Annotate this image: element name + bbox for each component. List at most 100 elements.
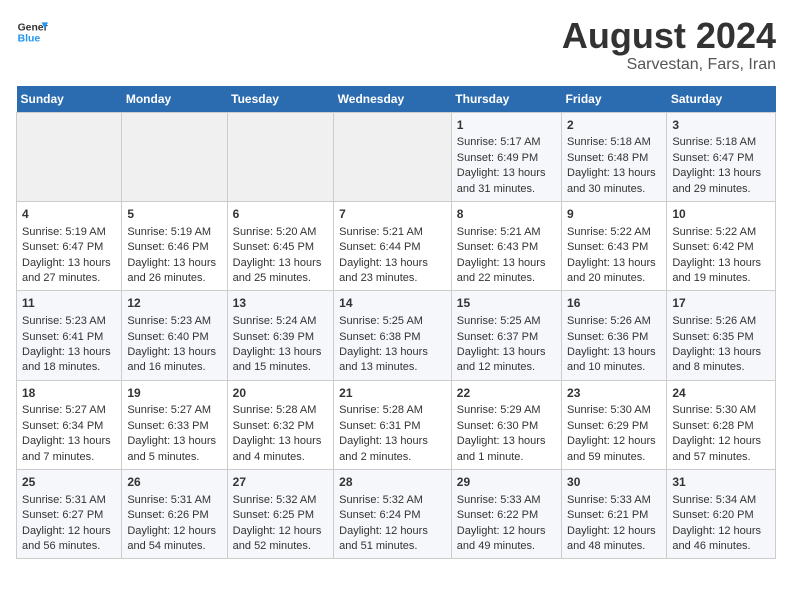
table-row: 31Sunrise: 5:34 AMSunset: 6:20 PMDayligh…	[667, 470, 776, 559]
table-row: 7Sunrise: 5:21 AMSunset: 6:44 PMDaylight…	[334, 201, 452, 290]
day-info: Daylight: 13 hours and 18 minutes.	[22, 345, 116, 376]
day-info: Sunset: 6:31 PM	[339, 419, 446, 434]
day-info: Daylight: 13 hours and 10 minutes.	[567, 345, 661, 376]
day-info: Sunset: 6:48 PM	[567, 151, 661, 166]
day-info: Sunrise: 5:20 AM	[233, 225, 329, 240]
day-info: Sunset: 6:21 PM	[567, 508, 661, 523]
table-row: 2Sunrise: 5:18 AMSunset: 6:48 PMDaylight…	[562, 112, 667, 201]
table-row: 17Sunrise: 5:26 AMSunset: 6:35 PMDayligh…	[667, 291, 776, 380]
day-info: Sunrise: 5:33 AM	[567, 493, 661, 508]
day-info: Daylight: 12 hours and 57 minutes.	[672, 434, 770, 465]
day-info: Sunrise: 5:23 AM	[22, 314, 116, 329]
table-row: 1Sunrise: 5:17 AMSunset: 6:49 PMDaylight…	[451, 112, 561, 201]
table-row: 22Sunrise: 5:29 AMSunset: 6:30 PMDayligh…	[451, 380, 561, 469]
table-row: 20Sunrise: 5:28 AMSunset: 6:32 PMDayligh…	[227, 380, 334, 469]
table-row	[227, 112, 334, 201]
day-number: 13	[233, 295, 329, 312]
day-number: 21	[339, 385, 446, 402]
table-row	[17, 112, 122, 201]
day-info: Sunrise: 5:22 AM	[672, 225, 770, 240]
table-row: 3Sunrise: 5:18 AMSunset: 6:47 PMDaylight…	[667, 112, 776, 201]
day-info: Sunset: 6:34 PM	[22, 419, 116, 434]
day-number: 7	[339, 206, 446, 223]
day-info: Sunset: 6:27 PM	[22, 508, 116, 523]
day-number: 3	[672, 117, 770, 134]
day-info: Sunset: 6:47 PM	[672, 151, 770, 166]
day-info: Sunset: 6:47 PM	[22, 240, 116, 255]
table-row: 18Sunrise: 5:27 AMSunset: 6:34 PMDayligh…	[17, 380, 122, 469]
day-info: Sunset: 6:30 PM	[457, 419, 556, 434]
day-info: Sunrise: 5:27 AM	[22, 403, 116, 418]
table-row: 27Sunrise: 5:32 AMSunset: 6:25 PMDayligh…	[227, 470, 334, 559]
table-row: 15Sunrise: 5:25 AMSunset: 6:37 PMDayligh…	[451, 291, 561, 380]
table-row: 13Sunrise: 5:24 AMSunset: 6:39 PMDayligh…	[227, 291, 334, 380]
logo-icon: General Blue	[16, 16, 48, 48]
day-number: 17	[672, 295, 770, 312]
day-info: Daylight: 13 hours and 29 minutes.	[672, 166, 770, 197]
main-title: August 2024	[562, 16, 776, 56]
day-number: 31	[672, 474, 770, 491]
day-info: Sunrise: 5:26 AM	[672, 314, 770, 329]
day-info: Sunset: 6:36 PM	[567, 330, 661, 345]
day-info: Sunrise: 5:31 AM	[127, 493, 221, 508]
svg-text:Blue: Blue	[18, 34, 41, 45]
day-info: Daylight: 13 hours and 13 minutes.	[339, 345, 446, 376]
day-info: Sunset: 6:20 PM	[672, 508, 770, 523]
day-info: Sunrise: 5:18 AM	[672, 135, 770, 150]
day-info: Sunrise: 5:29 AM	[457, 403, 556, 418]
day-info: Sunset: 6:28 PM	[672, 419, 770, 434]
day-number: 6	[233, 206, 329, 223]
day-info: Sunset: 6:35 PM	[672, 330, 770, 345]
col-tuesday: Tuesday	[227, 86, 334, 113]
day-info: Sunset: 6:26 PM	[127, 508, 221, 523]
day-info: Daylight: 13 hours and 2 minutes.	[339, 434, 446, 465]
day-info: Daylight: 13 hours and 15 minutes.	[233, 345, 329, 376]
day-info: Sunrise: 5:32 AM	[233, 493, 329, 508]
day-info: Daylight: 13 hours and 5 minutes.	[127, 434, 221, 465]
day-info: Sunrise: 5:30 AM	[567, 403, 661, 418]
col-sunday: Sunday	[17, 86, 122, 113]
day-number: 29	[457, 474, 556, 491]
day-info: Sunrise: 5:27 AM	[127, 403, 221, 418]
day-info: Sunset: 6:25 PM	[233, 508, 329, 523]
day-info: Daylight: 13 hours and 7 minutes.	[22, 434, 116, 465]
day-info: Daylight: 13 hours and 31 minutes.	[457, 166, 556, 197]
day-info: Sunset: 6:40 PM	[127, 330, 221, 345]
table-row: 19Sunrise: 5:27 AMSunset: 6:33 PMDayligh…	[122, 380, 227, 469]
subtitle: Sarvestan, Fars, Iran	[562, 56, 776, 74]
day-info: Sunrise: 5:21 AM	[457, 225, 556, 240]
col-monday: Monday	[122, 86, 227, 113]
day-info: Sunset: 6:45 PM	[233, 240, 329, 255]
table-row: 26 Sunrise: 5:31 AMSunset: 6:26 PMDayligh…	[122, 470, 227, 559]
day-number: 26	[127, 474, 221, 491]
day-info: Sunrise: 5:25 AM	[457, 314, 556, 329]
day-number: 18	[22, 385, 116, 402]
day-info: Sunset: 6:43 PM	[567, 240, 661, 255]
table-row: 11Sunrise: 5:23 AMSunset: 6:41 PMDayligh…	[17, 291, 122, 380]
day-info: Sunset: 6:29 PM	[567, 419, 661, 434]
day-info: Daylight: 12 hours and 59 minutes.	[567, 434, 661, 465]
table-row: 25Sunrise: 5:31 AMSunset: 6:27 PMDayligh…	[17, 470, 122, 559]
day-number: 12	[127, 295, 221, 312]
day-info: Sunset: 6:41 PM	[22, 330, 116, 345]
day-info: Daylight: 13 hours and 16 minutes.	[127, 345, 221, 376]
day-info: Daylight: 12 hours and 49 minutes.	[457, 524, 556, 555]
day-info: Daylight: 12 hours and 54 minutes.	[127, 524, 221, 555]
day-number: 15	[457, 295, 556, 312]
day-info: Sunset: 6:24 PM	[339, 508, 446, 523]
day-info: Sunrise: 5:24 AM	[233, 314, 329, 329]
day-number: 2	[567, 117, 661, 134]
table-row: 16Sunrise: 5:26 AMSunset: 6:36 PMDayligh…	[562, 291, 667, 380]
day-info: Sunrise: 5:30 AM	[672, 403, 770, 418]
calendar-week-row: 4Sunrise: 5:19 AMSunset: 6:47 PMDaylight…	[17, 201, 776, 290]
day-info: Daylight: 13 hours and 23 minutes.	[339, 256, 446, 287]
logo: General Blue	[16, 16, 48, 48]
calendar-week-row: 1Sunrise: 5:17 AMSunset: 6:49 PMDaylight…	[17, 112, 776, 201]
day-info: Sunrise: 5:28 AM	[233, 403, 329, 418]
day-info: Daylight: 12 hours and 56 minutes.	[22, 524, 116, 555]
day-number: 10	[672, 206, 770, 223]
day-info: Sunrise: 5:23 AM	[127, 314, 221, 329]
day-info: Sunset: 6:42 PM	[672, 240, 770, 255]
day-info: Daylight: 12 hours and 51 minutes.	[339, 524, 446, 555]
day-info: Sunset: 6:38 PM	[339, 330, 446, 345]
